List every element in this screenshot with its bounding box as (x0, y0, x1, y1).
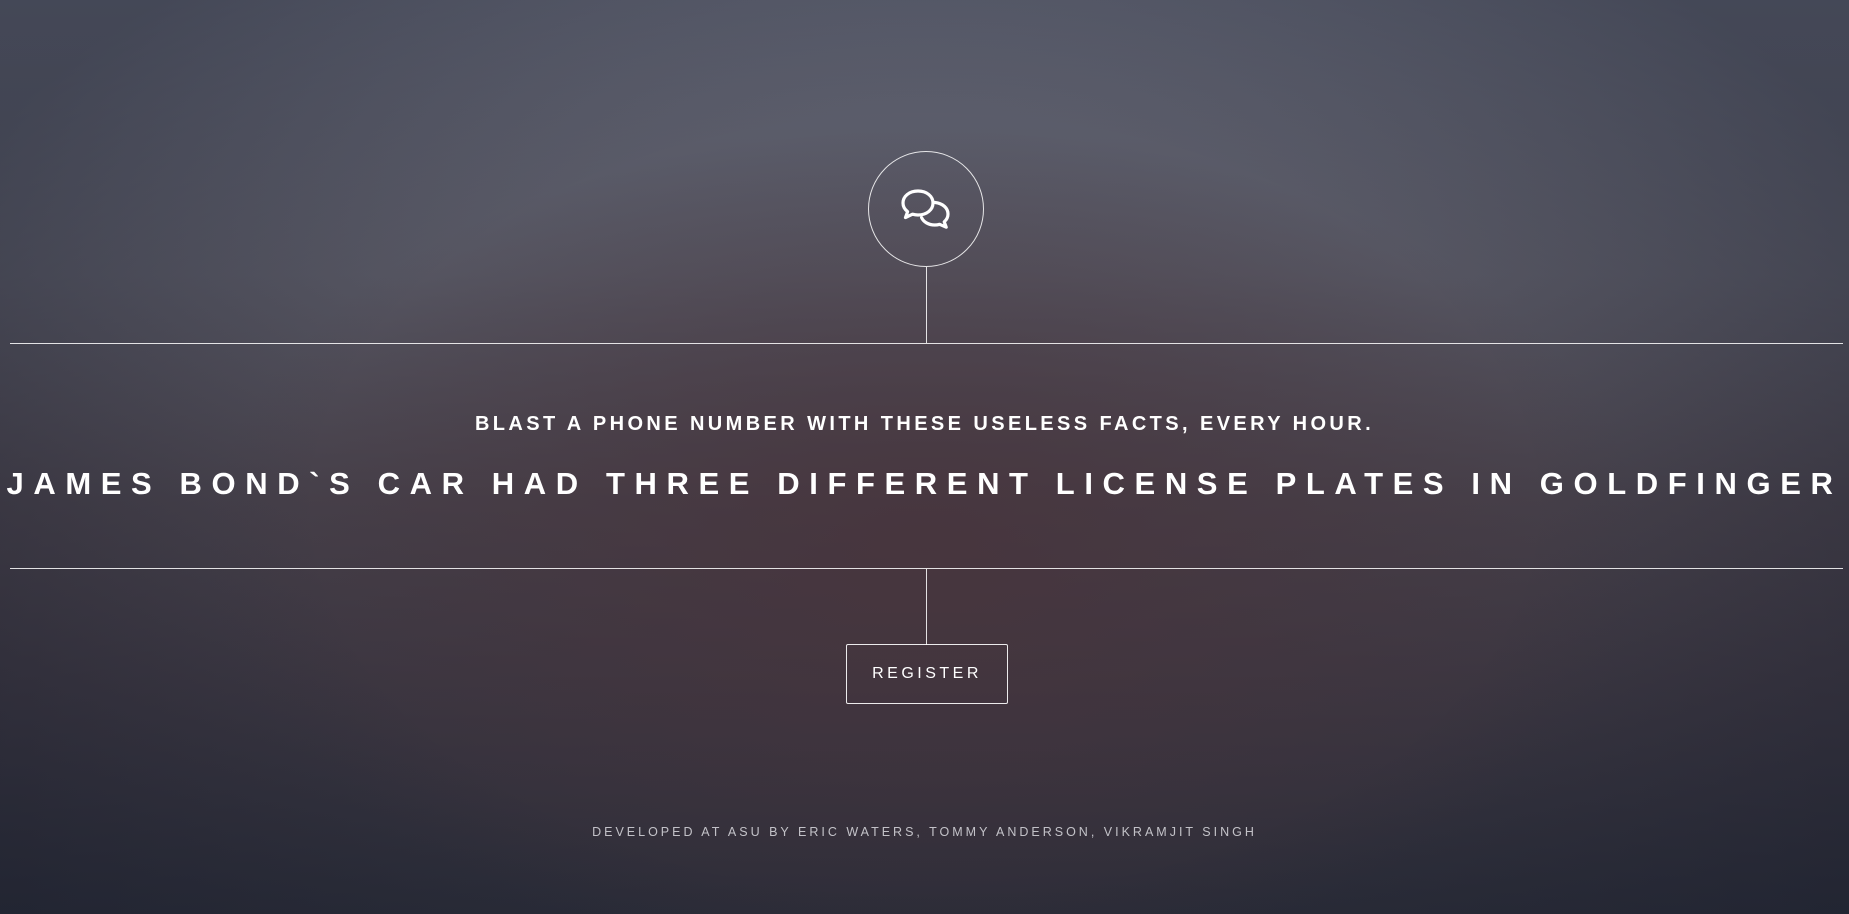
page: { "hero": { "icon": "chat-bubbles-icon",… (0, 0, 1849, 914)
icon-badge (868, 151, 984, 267)
chat-bubbles-icon (901, 189, 950, 229)
divider-top (10, 343, 1843, 344)
footer-credits: DEVELOPED AT ASU BY ERIC WATERS, TOMMY A… (592, 825, 1257, 839)
connector-line-bottom (926, 569, 927, 645)
hero-subtitle: BLAST A PHONE NUMBER WITH THESE USELESS … (474, 413, 1375, 435)
register-button[interactable]: REGISTER (846, 644, 1008, 704)
background-vignette (0, 0, 1849, 914)
connector-line-top (926, 267, 927, 343)
fact-headline: JAMES BOND`S CAR HAD THREE DIFFERENT LIC… (6, 466, 1843, 501)
